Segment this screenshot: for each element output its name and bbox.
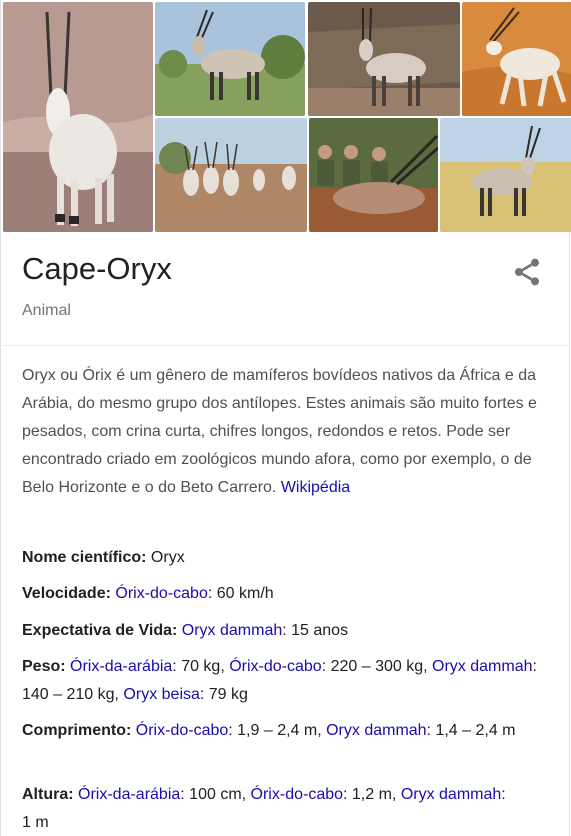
fact-link[interactable]: Órix-do-cabo [251,786,343,803]
oryx-bushland-photo[interactable] [308,2,460,116]
white-oryx-desert-photo[interactable] [462,2,571,116]
fact-label: Nome científico: [22,549,147,566]
fact-label: Peso: [22,658,66,675]
fact-link[interactable]: Oryx dammah [432,658,532,675]
fact-link[interactable]: Órix-do-cabo [136,722,228,739]
fact-height: Altura: Órix-da-arábia: 100 cm, Órix-do-… [22,781,554,836]
oryx-grassland-photo[interactable] [155,2,305,116]
hunters-oryx-photo[interactable] [309,118,438,232]
fact-link[interactable]: Oryx beisa [123,686,199,703]
divider [2,345,570,346]
fact-label: Expectativa de Vida: [22,622,178,639]
fact-value: : 1,9 – 2,4 m, [228,722,327,739]
fact-value: Oryx [146,549,185,566]
fact-link[interactable]: Órix-do-cabo [229,658,321,675]
fact-value: : 100 cm, [180,786,251,803]
fact-value: : 60 km/h [207,585,274,602]
image-gallery [1,0,571,234]
fact-value: : 220 – 300 kg, [321,658,433,675]
fact-label: Comprimento: [22,722,132,739]
fact-life-expectancy: Expectativa de Vida: Oryx dammah: 15 ano… [22,617,554,645]
fact-value: : 15 anos [282,622,349,639]
fact-speed: Velocidade: Órix-do-cabo: 60 km/h [22,580,554,608]
share-icon [515,258,539,286]
fact-value: : 70 kg, [172,658,230,675]
fact-weight: Peso: Órix-da-arábia: 70 kg, Órix-do-cab… [22,653,554,709]
share-button[interactable] [511,256,543,288]
fact-label: Altura: [22,786,74,803]
fact-value: : [501,786,506,803]
page-title: Cape-Oryx [22,251,172,286]
fact-value: 1 m [22,814,49,831]
fact-link[interactable]: Órix-da-arábia [70,658,172,675]
wikipedia-link[interactable]: Wikipédia [281,479,350,496]
fact-link[interactable]: Oryx dammah [401,786,501,803]
entity-type: Animal [22,302,71,319]
knowledge-panel: Cape-Oryx Animal Oryx ou Órix é um gêner… [0,0,571,836]
fact-length: Comprimento: Órix-do-cabo: 1,9 – 2,4 m, … [22,717,554,745]
fact-link[interactable]: Oryx dammah [326,722,426,739]
fact-link[interactable]: Oryx dammah [182,622,282,639]
oryx-savanna-photo[interactable] [440,118,571,232]
fact-value: : 79 kg [199,686,248,703]
fact-label: Velocidade: [22,585,111,602]
fact-value: : 1,4 – 2,4 m [426,722,516,739]
fact-scientific-name: Nome científico: Oryx [22,544,554,572]
fact-link[interactable]: Órix-do-cabo [115,585,207,602]
oryx-herd-photo[interactable] [155,118,307,232]
white-oryx-photo[interactable] [3,2,153,232]
fact-link[interactable]: Órix-da-arábia [78,786,180,803]
fact-value: : 1,2 m, [343,786,401,803]
description: Oryx ou Órix é um gênero de mamíferos bo… [22,362,554,502]
description-text: Oryx ou Órix é um gênero de mamíferos bo… [22,367,537,496]
